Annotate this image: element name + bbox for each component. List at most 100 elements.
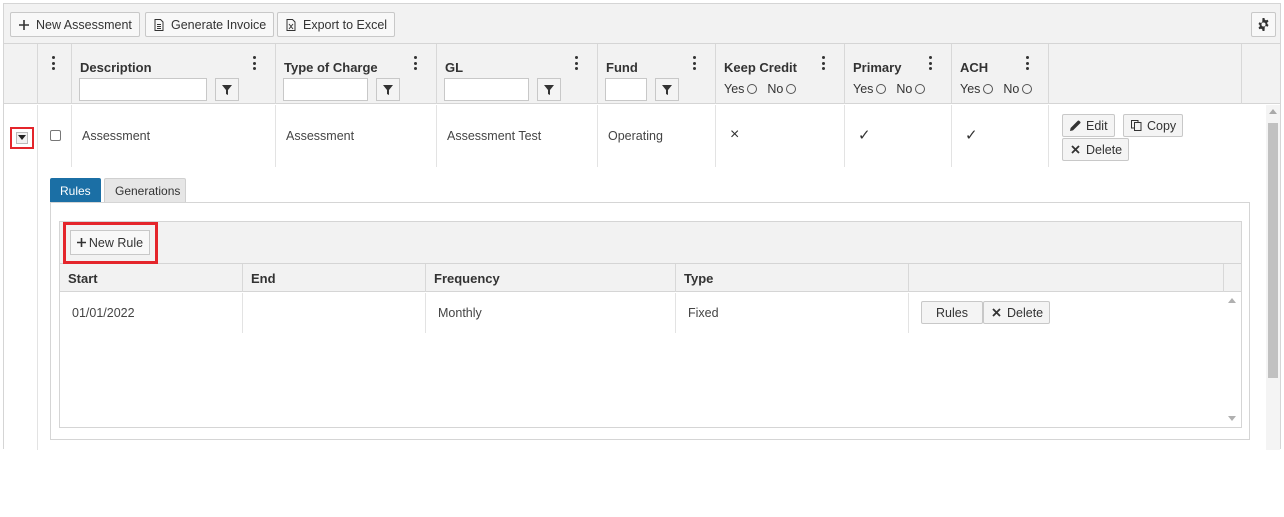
check-icon: ✓ xyxy=(965,127,978,144)
column-menu-icon[interactable] xyxy=(51,56,55,70)
filter-button[interactable] xyxy=(537,78,561,101)
column-header-ach[interactable]: ACH Yes No xyxy=(952,44,1049,104)
no-radio[interactable] xyxy=(786,84,797,94)
grid-vertical-scrollbar[interactable] xyxy=(1266,105,1280,450)
description-value: Assessment xyxy=(82,129,151,143)
yes-radio[interactable] xyxy=(876,84,887,94)
detail-indent xyxy=(4,167,38,450)
filter-button[interactable] xyxy=(376,78,400,101)
column-header-type-of-charge[interactable]: Type of Charge xyxy=(276,44,437,104)
edit-button[interactable]: Edit xyxy=(1062,114,1115,137)
yes-radio[interactable] xyxy=(983,84,994,94)
column-menu-icon[interactable] xyxy=(1025,56,1029,70)
no-radio[interactable] xyxy=(1022,84,1033,94)
column-menu-icon[interactable] xyxy=(574,56,578,70)
column-header-gl[interactable]: GL xyxy=(437,44,598,104)
description-cell: Assessment xyxy=(72,105,276,167)
filter-button[interactable] xyxy=(215,78,239,101)
column-title: Keep Credit xyxy=(724,60,797,75)
generate-invoice-button[interactable]: Generate Invoice xyxy=(145,12,275,37)
document-icon xyxy=(153,18,165,31)
scroll-up-icon[interactable] xyxy=(1269,109,1277,114)
copy-button[interactable]: Copy xyxy=(1123,114,1184,137)
column-title: ACH xyxy=(960,60,989,75)
column-title: Start xyxy=(68,271,98,286)
expand-cell xyxy=(4,105,38,167)
actions-cell: Edit Copy Delete xyxy=(1049,105,1266,167)
delete-label: Delete xyxy=(1007,305,1044,320)
rules-grid: New Rule Start End Frequency Type 01/01/… xyxy=(59,221,1242,428)
column-header-type[interactable]: Type xyxy=(676,264,909,292)
new-assessment-label: New Assessment xyxy=(36,17,132,32)
assessments-panel: New Assessment Generate Invoice Export t… xyxy=(3,3,1281,450)
type-of-charge-value: Assessment xyxy=(286,129,355,143)
column-menu-icon[interactable] xyxy=(692,56,696,70)
expand-column-header xyxy=(4,44,38,104)
keep-credit-cell: × xyxy=(716,105,845,167)
copy-icon xyxy=(1130,120,1142,132)
filter-icon xyxy=(662,84,672,95)
new-rule-highlight: New Rule xyxy=(63,222,158,264)
frequency-value: Monthly xyxy=(438,306,482,320)
row-expand-toggle[interactable] xyxy=(10,127,34,149)
yes-radio[interactable] xyxy=(747,84,758,94)
column-menu-icon[interactable] xyxy=(821,56,825,70)
table-row: Assessment Assessment Assessment Test Op… xyxy=(4,105,1266,167)
plus-icon xyxy=(18,19,30,31)
type-cell: Fixed xyxy=(676,293,909,333)
column-title: Fund xyxy=(606,60,638,75)
no-radio[interactable] xyxy=(915,84,926,94)
type-of-charge-filter-input[interactable] xyxy=(283,78,368,101)
fund-filter-input[interactable] xyxy=(605,78,647,101)
description-filter-input[interactable] xyxy=(79,78,207,101)
grid-toolbar: New Assessment Generate Invoice Export t… xyxy=(4,4,1280,44)
column-header-description[interactable]: Description xyxy=(72,44,276,104)
scrollbar-thumb[interactable] xyxy=(1268,123,1278,378)
rules-button[interactable]: Rules xyxy=(921,301,983,324)
tab-rules[interactable]: Rules xyxy=(50,178,101,203)
new-rule-button[interactable]: New Rule xyxy=(70,230,150,255)
column-header-fund[interactable]: Fund xyxy=(598,44,716,104)
column-title: Type of Charge xyxy=(284,60,378,75)
column-header-keep-credit[interactable]: Keep Credit Yes No xyxy=(716,44,845,104)
select-cell xyxy=(38,105,72,167)
column-menu-icon[interactable] xyxy=(252,56,256,70)
yes-label: Yes xyxy=(960,82,981,96)
column-header-primary[interactable]: Primary Yes No xyxy=(845,44,952,104)
row-checkbox[interactable] xyxy=(50,130,61,141)
scroll-up-icon[interactable] xyxy=(1228,298,1236,303)
column-title: Description xyxy=(80,60,152,75)
delete-rule-button[interactable]: Delete xyxy=(983,301,1051,324)
copy-label: Copy xyxy=(1147,118,1177,133)
column-header-start[interactable]: Start xyxy=(60,264,243,292)
scroll-down-icon[interactable] xyxy=(1228,416,1236,421)
settings-button[interactable] xyxy=(1251,12,1276,37)
column-menu-icon[interactable] xyxy=(413,56,417,70)
rules-vertical-scrollbar[interactable] xyxy=(1224,293,1240,427)
gl-filter-input[interactable] xyxy=(444,78,529,101)
gl-cell: Assessment Test xyxy=(437,105,598,167)
start-cell: 01/01/2022 xyxy=(60,293,243,333)
column-menu-icon[interactable] xyxy=(928,56,932,70)
column-header-end[interactable]: End xyxy=(243,264,426,292)
grid-header: Description Type of Charge GL Fund Keep … xyxy=(4,44,1280,104)
select-column-header xyxy=(38,44,72,104)
plus-icon xyxy=(76,238,86,247)
export-excel-button[interactable]: Export to Excel xyxy=(277,12,396,37)
column-title: Type xyxy=(684,271,714,286)
type-value: Fixed xyxy=(688,306,719,320)
fund-cell: Operating xyxy=(598,105,716,167)
ach-cell: ✓ xyxy=(952,105,1049,167)
tab-generations[interactable]: Generations xyxy=(104,178,186,203)
delete-button[interactable]: Delete xyxy=(1062,138,1130,161)
check-icon: ✓ xyxy=(858,127,871,144)
rules-toolbar: New Rule xyxy=(60,222,1241,264)
filter-button[interactable] xyxy=(655,78,679,101)
cross-icon: × xyxy=(730,126,740,143)
column-title: End xyxy=(251,271,276,286)
new-assessment-button[interactable]: New Assessment xyxy=(10,12,140,37)
column-title: Frequency xyxy=(434,271,500,286)
no-label: No xyxy=(767,82,784,96)
no-label: No xyxy=(896,82,913,96)
column-header-frequency[interactable]: Frequency xyxy=(426,264,676,292)
